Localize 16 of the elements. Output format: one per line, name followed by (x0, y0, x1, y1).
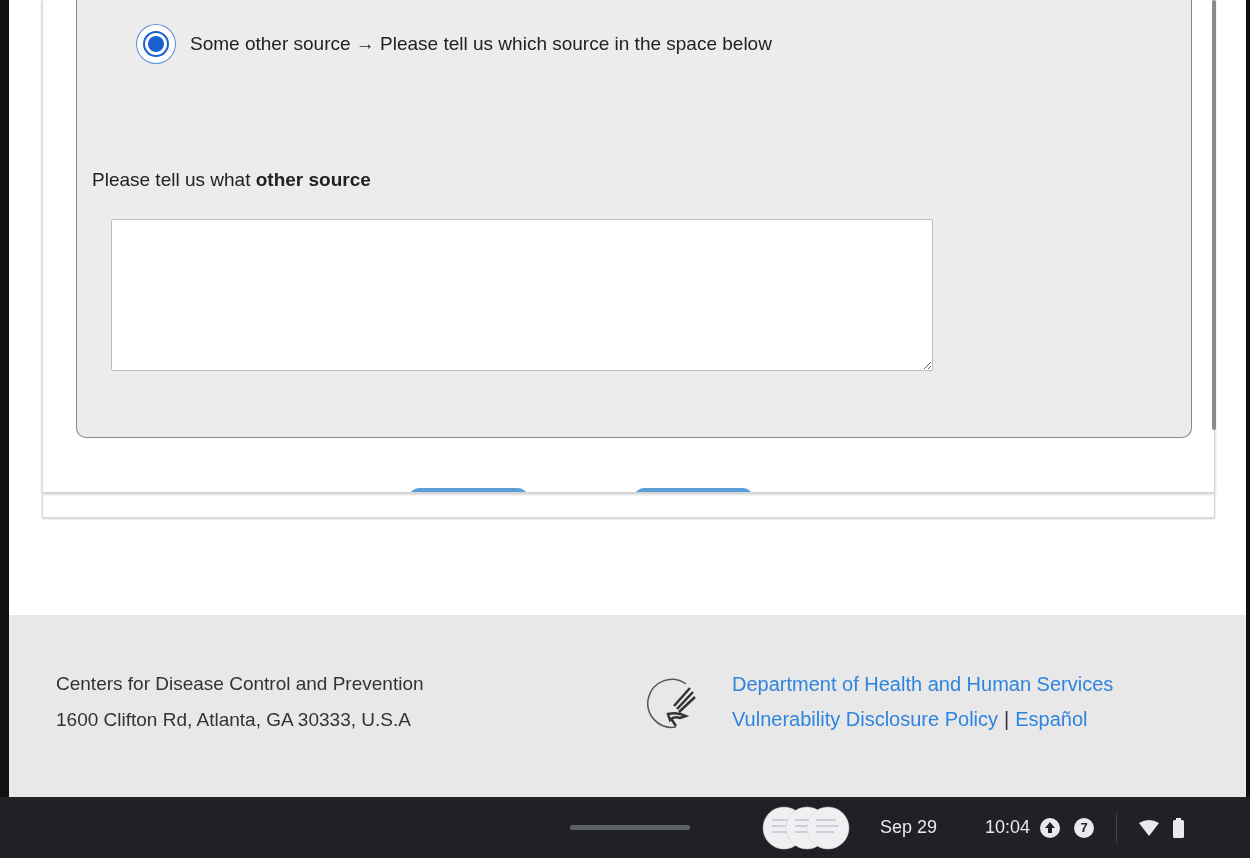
address-text: Centers for Disease Control and Prevention (56, 673, 425, 695)
date-text[interactable]: Sep 29 (880, 817, 938, 838)
notification-badge[interactable]: 7 (1074, 817, 1095, 838)
field-label: Please tell us what other source (92, 169, 372, 191)
address-text: 1600 Clifton Rd, Atlanta, GA 30333, U.S.A (56, 709, 412, 731)
separator: | (1004, 708, 1010, 731)
radio-button[interactable] (136, 24, 176, 64)
clock-text[interactable]: 10:04 (985, 817, 1031, 838)
scrollbar[interactable] (1212, 0, 1216, 430)
upload-icon[interactable] (1040, 817, 1061, 838)
battery-icon[interactable] (1173, 817, 1185, 838)
input-field[interactable] (111, 219, 933, 371)
wifi-icon[interactable] (1139, 819, 1160, 836)
shelf-handle[interactable] (570, 825, 690, 830)
radio-label: Some other source → Please tell us which source in the space below (190, 33, 772, 55)
window-previews-icon[interactable] (762, 805, 852, 850)
